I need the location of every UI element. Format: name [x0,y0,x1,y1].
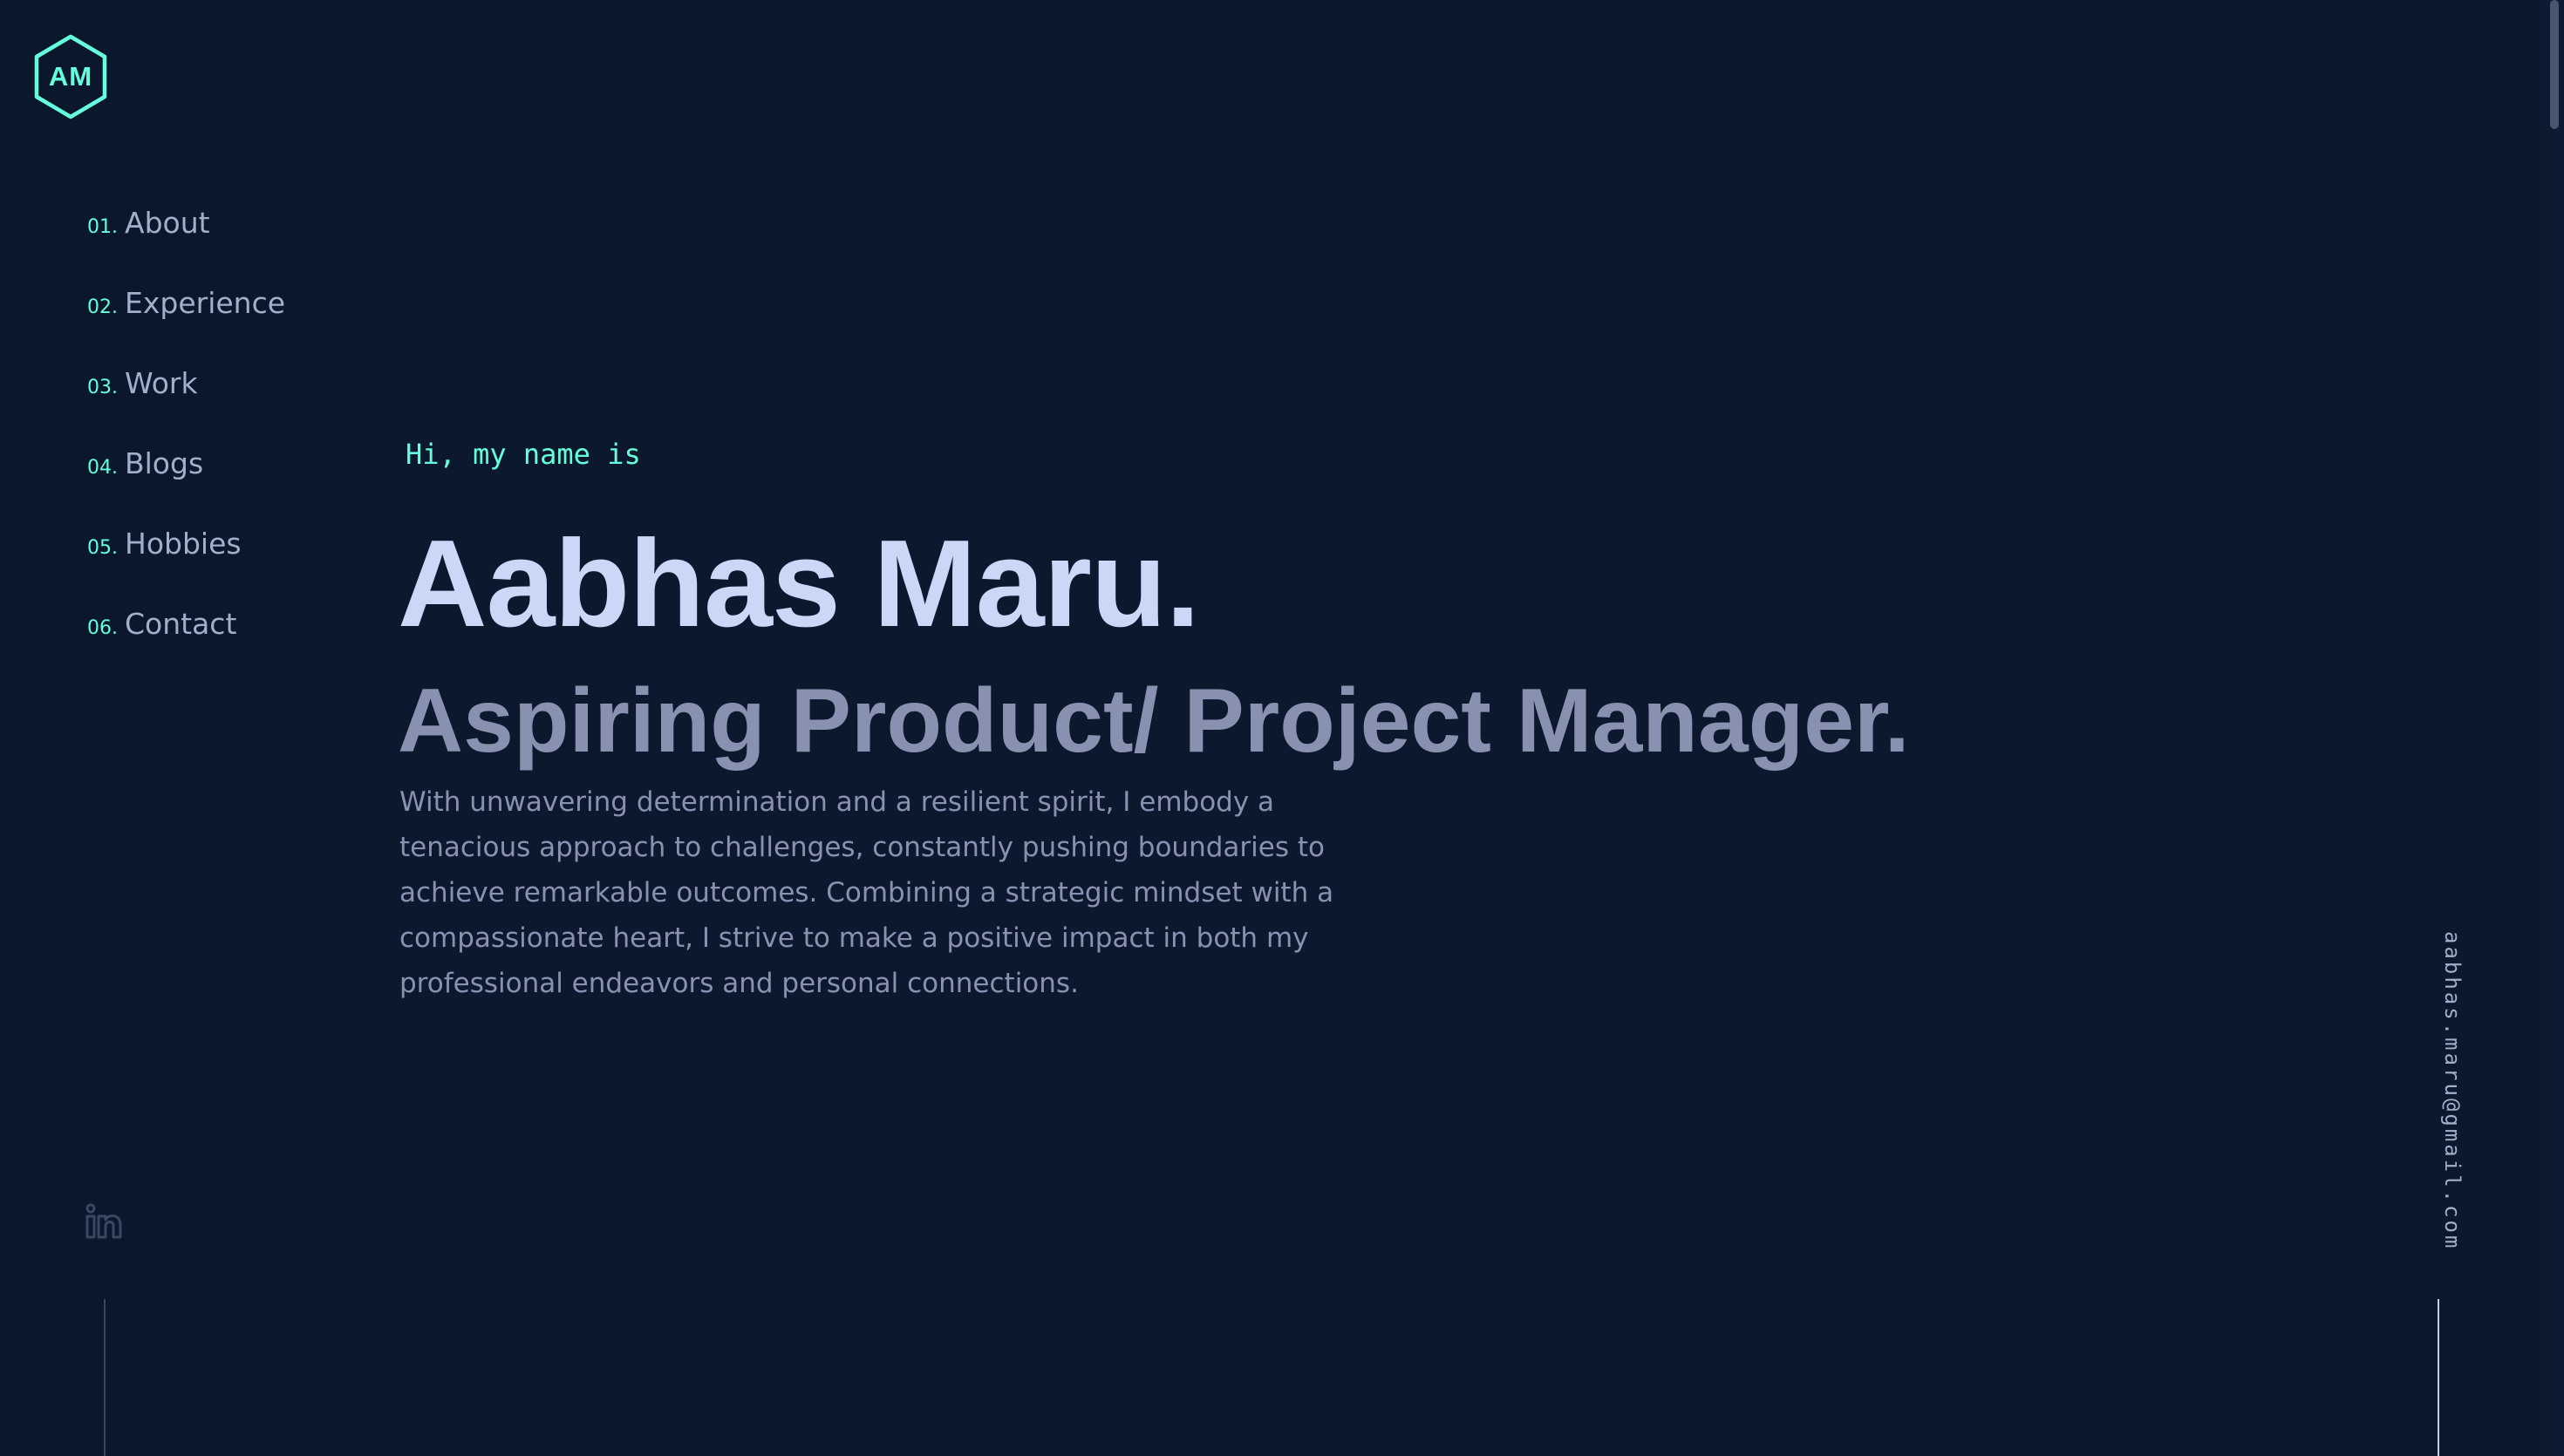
linkedin-icon [85,1203,122,1239]
nav-item-label: Work [125,366,198,400]
nav-item-number: 05. [87,537,118,559]
logo-initials: AM [48,61,93,92]
hero-tagline: Aspiring Product/ Project Manager. [398,670,1910,772]
hero-name: Aabhas Maru. [398,514,1200,653]
scrollbar[interactable] [2545,0,2564,1456]
portfolio-page: AM 01. About 02. Experience 03. Work 04.… [0,0,2564,1456]
nav-item-work[interactable]: 03. Work [87,366,285,446]
scrollbar-thumb[interactable] [2550,0,2559,129]
nav-item-number: 06. [87,617,118,639]
logo[interactable]: AM [33,33,108,120]
left-vertical-line [104,1299,106,1456]
nav-item-number: 04. [87,457,118,479]
nav-item-label: Contact [125,607,237,641]
nav-item-experience[interactable]: 02. Experience [87,286,285,366]
right-vertical-line [2438,1299,2439,1456]
nav-item-label: About [125,206,210,240]
nav-item-number: 01. [87,216,118,238]
nav-item-number: 02. [87,296,118,318]
sidebar: AM 01. About 02. Experience 03. Work 04.… [0,0,314,1456]
nav-item-label: Hobbies [125,527,242,561]
nav-item-blogs[interactable]: 04. Blogs [87,446,285,527]
nav-item-label: Blogs [125,446,204,480]
email-link[interactable]: aabhas.maru@gmail.com [2440,931,2465,1250]
hero-bio: With unwavering determination and a resi… [399,786,1334,999]
nav-menu: 01. About 02. Experience 03. Work 04. Bl… [87,206,285,687]
linkedin-link[interactable] [85,1203,122,1240]
nav-item-contact[interactable]: 06. Contact [87,607,285,687]
greeting-text: Hi, my name is [406,438,641,471]
nav-item-number: 03. [87,377,118,398]
nav-item-hobbies[interactable]: 05. Hobbies [87,527,285,607]
nav-item-about[interactable]: 01. About [87,206,285,286]
nav-item-label: Experience [125,286,286,320]
